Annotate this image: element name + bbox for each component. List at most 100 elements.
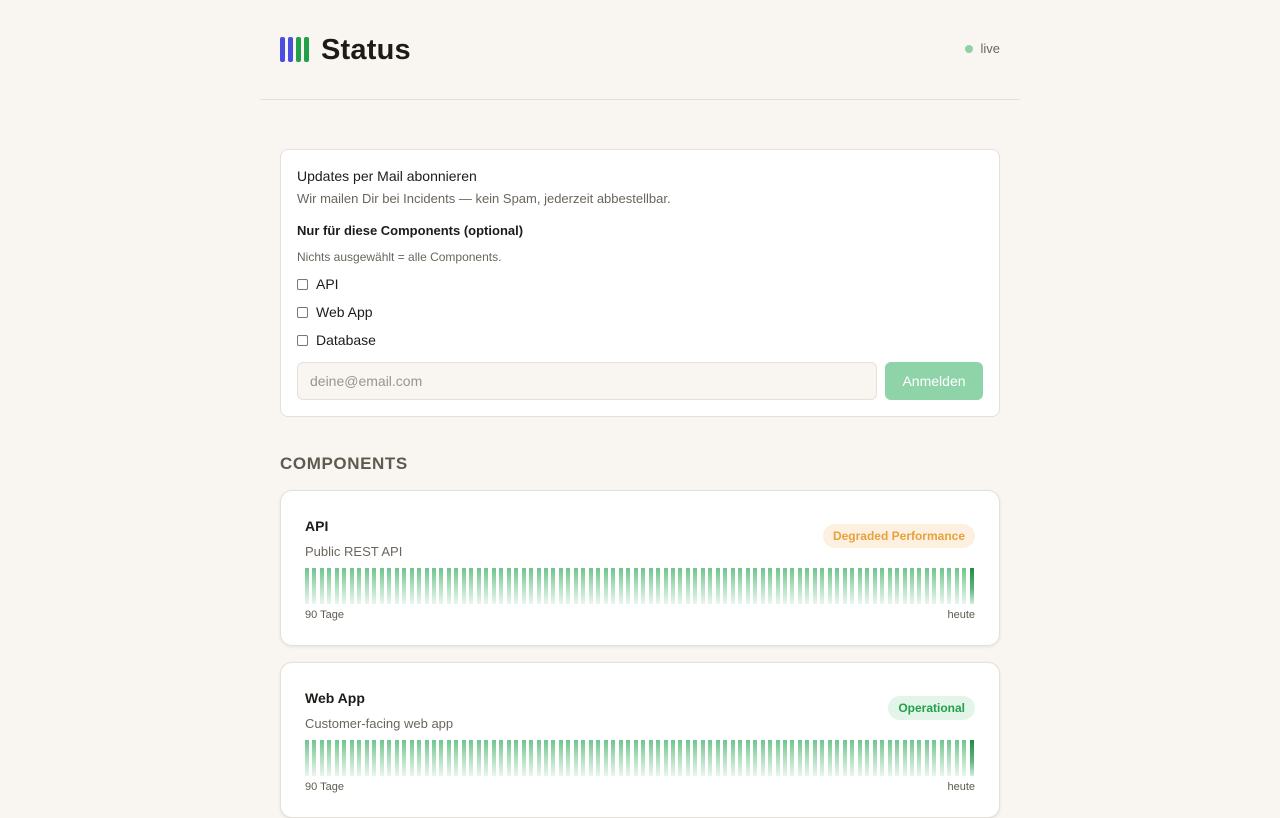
uptime-day-bar[interactable] xyxy=(947,740,952,776)
uptime-day-bar[interactable] xyxy=(588,568,593,604)
uptime-day-bar[interactable] xyxy=(641,568,646,604)
uptime-day-bar[interactable] xyxy=(342,740,347,776)
uptime-day-bar[interactable] xyxy=(641,740,646,776)
uptime-day-bar[interactable] xyxy=(887,740,892,776)
uptime-day-bar[interactable] xyxy=(454,568,459,604)
uptime-day-bar[interactable] xyxy=(514,740,519,776)
uptime-day-bar[interactable] xyxy=(611,740,616,776)
uptime-day-bar[interactable] xyxy=(715,740,720,776)
uptime-day-bar[interactable] xyxy=(357,740,362,776)
uptime-day-bar[interactable] xyxy=(797,568,802,604)
uptime-day-bar[interactable] xyxy=(357,568,362,604)
uptime-day-bar[interactable] xyxy=(484,568,489,604)
uptime-day-bar[interactable] xyxy=(850,740,855,776)
uptime-day-bar[interactable] xyxy=(924,568,929,604)
uptime-day-bar[interactable] xyxy=(723,740,728,776)
uptime-day-bar[interactable] xyxy=(379,740,384,776)
component-option-web-app[interactable]: Web App xyxy=(297,298,983,326)
uptime-day-bar[interactable] xyxy=(932,568,937,604)
uptime-day-bar[interactable] xyxy=(917,568,922,604)
uptime-day-bar[interactable] xyxy=(827,568,832,604)
uptime-day-bar[interactable] xyxy=(924,740,929,776)
uptime-day-bar[interactable] xyxy=(394,568,399,604)
uptime-day-bar[interactable] xyxy=(902,568,907,604)
uptime-day-bar[interactable] xyxy=(446,568,451,604)
uptime-day-bar[interactable] xyxy=(872,568,877,604)
uptime-day-bar[interactable] xyxy=(544,740,548,776)
uptime-day-bar[interactable] xyxy=(394,740,399,776)
uptime-day-bar[interactable] xyxy=(409,568,414,604)
uptime-day-bar[interactable] xyxy=(730,740,735,776)
uptime-day-bar[interactable] xyxy=(349,740,354,776)
uptime-day-bar[interactable] xyxy=(969,568,974,604)
uptime-day-bar[interactable] xyxy=(372,740,377,776)
uptime-day-bar[interactable] xyxy=(603,568,608,604)
uptime-day-bar[interactable] xyxy=(656,740,661,776)
uptime-day-bar[interactable] xyxy=(491,740,496,776)
uptime-day-bar[interactable] xyxy=(521,740,526,776)
uptime-day-bar[interactable] xyxy=(880,740,885,776)
uptime-day-bar[interactable] xyxy=(349,568,354,604)
uptime-day-bar[interactable] xyxy=(536,568,541,604)
uptime-day-bar[interactable] xyxy=(588,740,593,776)
uptime-day-bar[interactable] xyxy=(476,740,481,776)
uptime-day-bar[interactable] xyxy=(685,568,690,604)
email-input[interactable] xyxy=(297,362,877,400)
uptime-day-bar[interactable] xyxy=(783,568,787,604)
uptime-day-bar[interactable] xyxy=(880,568,885,604)
uptime-day-bar[interactable] xyxy=(738,740,743,776)
uptime-day-bar[interactable] xyxy=(469,740,474,776)
uptime-day-bar[interactable] xyxy=(730,568,735,604)
component-option-api[interactable]: API xyxy=(297,270,983,298)
uptime-day-bar[interactable] xyxy=(417,740,422,776)
uptime-day-bar[interactable] xyxy=(327,568,332,604)
uptime-day-bar[interactable] xyxy=(790,740,795,776)
uptime-day-bar[interactable] xyxy=(835,740,840,776)
uptime-day-bar[interactable] xyxy=(887,568,892,604)
uptime-day-bar[interactable] xyxy=(745,740,750,776)
uptime-day-bar[interactable] xyxy=(760,568,765,604)
uptime-day-bar[interactable] xyxy=(327,740,332,776)
uptime-day-bar[interactable] xyxy=(768,568,773,604)
uptime-day-bar[interactable] xyxy=(454,740,459,776)
uptime-day-bar[interactable] xyxy=(431,740,436,776)
api-checkbox[interactable] xyxy=(297,278,308,290)
uptime-day-bar[interactable] xyxy=(700,740,705,776)
uptime-day-bar[interactable] xyxy=(506,740,511,776)
uptime-day-bar[interactable] xyxy=(342,568,347,604)
uptime-day-bar[interactable] xyxy=(790,568,795,604)
uptime-day-bar[interactable] xyxy=(387,568,392,604)
uptime-day-bar[interactable] xyxy=(939,740,944,776)
uptime-day-bar[interactable] xyxy=(857,740,862,776)
uptime-day-bar[interactable] xyxy=(476,568,481,604)
uptime-day-bar[interactable] xyxy=(551,740,556,776)
uptime-day-bar[interactable] xyxy=(611,568,616,604)
uptime-day-bar[interactable] xyxy=(768,740,773,776)
uptime-day-bar[interactable] xyxy=(708,568,713,604)
uptime-day-bar[interactable] xyxy=(693,740,698,776)
uptime-day-bar[interactable] xyxy=(566,568,571,604)
uptime-day-bar[interactable] xyxy=(708,740,713,776)
uptime-day-bar[interactable] xyxy=(842,568,847,604)
uptime-day-bar[interactable] xyxy=(364,740,369,776)
uptime-day-bar[interactable] xyxy=(812,568,817,604)
uptime-day-bar[interactable] xyxy=(558,740,563,776)
uptime-day-bar[interactable] xyxy=(947,568,952,604)
uptime-day-bar[interactable] xyxy=(954,740,959,776)
uptime-day-bar[interactable] xyxy=(670,568,675,604)
uptime-day-bar[interactable] xyxy=(499,568,504,604)
uptime-day-bar[interactable] xyxy=(402,568,407,604)
uptime-day-bar[interactable] xyxy=(648,740,653,776)
uptime-day-bar[interactable] xyxy=(827,740,832,776)
uptime-day-bar[interactable] xyxy=(312,740,317,776)
uptime-day-bar[interactable] xyxy=(678,740,683,776)
uptime-day-bar[interactable] xyxy=(909,568,914,604)
uptime-day-bar[interactable] xyxy=(618,568,623,604)
uptime-day-bar[interactable] xyxy=(670,740,675,776)
uptime-day-bar[interactable] xyxy=(319,568,324,604)
uptime-day-bar[interactable] xyxy=(805,568,810,604)
web-app-checkbox[interactable] xyxy=(297,306,308,318)
uptime-day-bar[interactable] xyxy=(581,740,586,776)
uptime-day-bar[interactable] xyxy=(872,740,877,776)
uptime-day-bar[interactable] xyxy=(656,568,661,604)
